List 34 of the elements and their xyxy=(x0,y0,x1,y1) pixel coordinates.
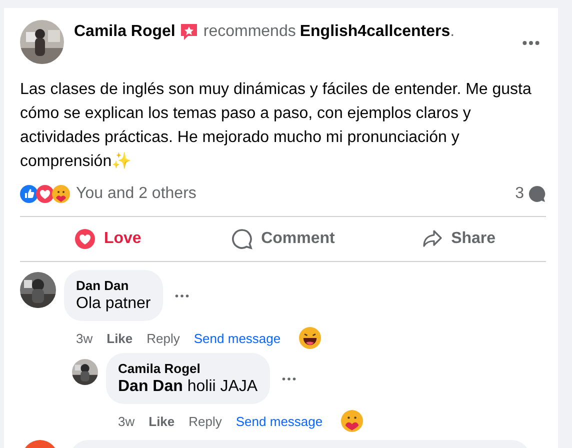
comment-text: Ola patner xyxy=(76,295,151,313)
love-reaction-icon[interactable] xyxy=(36,185,54,203)
send-message-link[interactable]: Send message xyxy=(236,414,323,428)
hugging-emoji-icon xyxy=(340,410,363,432)
page-name[interactable]: English4callcenters xyxy=(300,23,450,41)
care-reaction-icon[interactable] xyxy=(52,185,70,203)
comment-text: Dan Dan holii JAJA xyxy=(118,378,258,396)
author-name[interactable]: Camila Rogel xyxy=(74,23,176,41)
reaction-summary[interactable]: You and 2 others xyxy=(76,185,196,203)
post-text: Las clases de inglés son muy dinámicas y fáciles de entender. Me gusta cómo se explican los temas paso a paso, con ejemplos claros y actividades prácticas. He mejorado mucho mi pronunciación y comprensión✨ xyxy=(20,80,532,172)
comment-icon xyxy=(231,228,254,250)
comment-icon xyxy=(528,185,546,203)
recommends-label: recommends xyxy=(203,23,296,41)
reply-link[interactable]: Reply xyxy=(188,414,222,428)
action-button[interactable]: Love xyxy=(20,220,196,258)
comment-count[interactable]: 3 xyxy=(515,185,524,203)
like-link[interactable]: Like xyxy=(106,330,133,346)
like-link[interactable]: Like xyxy=(148,414,175,428)
comment-time[interactable]: 3w xyxy=(118,414,135,428)
reply-link[interactable]: Reply xyxy=(146,330,180,346)
like-reaction-icon[interactable] xyxy=(20,185,38,203)
share-icon xyxy=(421,228,444,250)
more-options-icon[interactable] xyxy=(174,294,189,298)
comment-time[interactable]: 3w xyxy=(76,330,93,346)
period: . xyxy=(450,23,455,41)
commenter-name[interactable]: Camila Rogel xyxy=(118,361,258,376)
more-options-icon[interactable] xyxy=(282,376,296,380)
send-message-link[interactable]: Send message xyxy=(194,330,281,346)
commenter-name[interactable]: Dan Dan xyxy=(76,278,151,293)
recommendation-icon xyxy=(179,22,200,42)
more-options-icon[interactable] xyxy=(522,40,540,46)
laughing-emoji-icon xyxy=(298,327,321,349)
action-button[interactable]: Share xyxy=(370,220,546,258)
action-button[interactable]: Comment xyxy=(195,220,371,258)
